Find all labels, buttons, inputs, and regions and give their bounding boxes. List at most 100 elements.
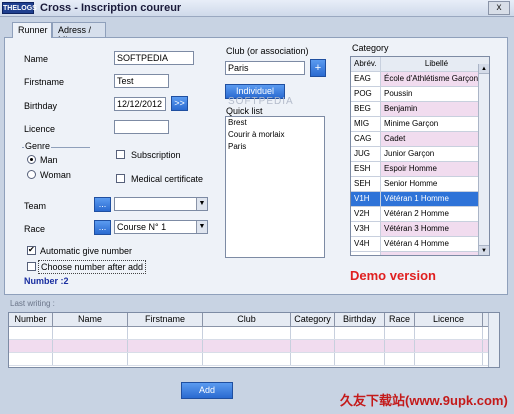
team-select[interactable]: ▼ [114, 197, 208, 211]
table-row[interactable] [9, 327, 499, 340]
quick-list[interactable]: Brest Courir à morlaix Paris [225, 116, 325, 258]
subscription-label: Subscription [131, 150, 181, 160]
category-table[interactable]: Abrév. Libellé EAG École d'Athlétisme Gar… [350, 56, 490, 256]
tab-adress-misc[interactable]: Adress / Misc [52, 22, 106, 45]
category-abbr: BEG [351, 102, 381, 116]
name-input[interactable]: SOFTPEDIA [114, 51, 194, 65]
category-name: Vétéran 4 Homme [384, 239, 449, 248]
list-item[interactable]: Courir à morlaix [226, 129, 324, 141]
scroll-up-icon[interactable]: ▲ [479, 64, 489, 74]
table-cell [128, 353, 203, 365]
last-writing-scrollbar[interactable] [488, 313, 499, 367]
category-name: Poussin [384, 89, 413, 98]
column-header[interactable]: Category [291, 313, 335, 326]
add-button[interactable]: Add [181, 382, 233, 399]
table-row[interactable] [9, 353, 499, 366]
firstname-input[interactable]: Test [114, 74, 169, 88]
table-cell [53, 327, 128, 339]
category-abbr: CAG [351, 132, 381, 146]
choose-number-label: Choose number after add [38, 260, 147, 274]
column-header[interactable]: Race [385, 313, 415, 326]
window-title: Cross - Inscription coureur [40, 2, 182, 14]
birthday-input[interactable]: 12/12/2012 [114, 97, 166, 111]
category-row[interactable]: HANHandi sport [351, 252, 489, 255]
category-name: Junior Garçon [384, 149, 435, 158]
category-name: Senior Homme [384, 179, 438, 188]
category-abbr: HAN [351, 252, 381, 255]
table-cell [415, 340, 483, 352]
team-label: Team [24, 201, 47, 211]
race-browse-button[interactable]: ... [94, 220, 111, 235]
table-cell [291, 340, 335, 352]
category-abbr: V1H [351, 192, 381, 206]
table-cell [9, 353, 53, 365]
category-header: Abrév. Libellé [351, 57, 489, 72]
category-row[interactable]: EAG École d'Athlétisme Garçon [351, 72, 489, 87]
last-writing-header: Number Name Firstname Club Category Birthday R… [9, 313, 499, 327]
race-select[interactable]: Course N° 1 ▼ [114, 220, 208, 234]
category-row[interactable]: CAG Cadet [351, 132, 489, 147]
category-row[interactable]: V1H Vétéran 1 Homme [351, 192, 489, 207]
birthday-picker-button[interactable]: >> [171, 96, 188, 111]
column-header[interactable]: Name [53, 313, 128, 326]
table-cell [9, 327, 53, 339]
choose-number-checkbox[interactable] [27, 262, 36, 271]
birthday-label: Birthday [24, 101, 58, 111]
subscription-checkbox[interactable] [116, 150, 125, 159]
category-name: Vétéran 1 Homme [384, 194, 449, 203]
list-item[interactable]: Paris [226, 141, 324, 153]
list-item[interactable]: Brest [226, 117, 324, 129]
category-row[interactable]: ESH Espoir Homme [351, 162, 489, 177]
category-row[interactable]: V3H Vétéran 3 Homme [351, 222, 489, 237]
table-cell [415, 353, 483, 365]
category-row[interactable]: JUG Junior Garçon [351, 147, 489, 162]
licence-label: Licence [24, 124, 56, 134]
auto-number-checkbox[interactable] [27, 245, 36, 255]
column-header[interactable]: Firstname [128, 313, 203, 326]
category-abbr: V2H [351, 207, 381, 221]
table-cell [335, 340, 385, 352]
app-logo: THELOGS [2, 2, 37, 14]
medical-certificate-checkbox[interactable] [116, 174, 125, 183]
tab-runner[interactable]: Runner [12, 22, 52, 38]
column-header[interactable]: Club [203, 313, 291, 326]
category-row[interactable]: MIG Minime Garçon [351, 117, 489, 132]
scroll-down-icon[interactable]: ▼ [479, 245, 489, 255]
category-abbr: V3H [351, 222, 381, 236]
table-cell [385, 353, 415, 365]
category-abbr: MIG [351, 117, 381, 131]
table-cell [9, 340, 53, 352]
table-cell [415, 327, 483, 339]
team-browse-button[interactable]: ... [94, 197, 111, 212]
man-radio[interactable] [27, 155, 36, 164]
race-value: Course N° 1 [117, 222, 167, 232]
chevron-down-icon: ▼ [196, 221, 207, 233]
libelle-column-header: Libellé [424, 59, 449, 68]
table-cell [53, 353, 128, 365]
firstname-label: Firstname [24, 77, 65, 87]
woman-radio[interactable] [27, 170, 36, 179]
column-header[interactable]: Birthday [335, 313, 385, 326]
licence-input[interactable] [114, 120, 169, 134]
category-row[interactable]: V4H Vétéran 4 Homme [351, 237, 489, 252]
category-scrollbar[interactable]: ▲ ▼ [478, 64, 489, 255]
last-writing-table[interactable]: Number Name Firstname Club Category Birthday R… [8, 312, 500, 368]
table-cell [335, 327, 385, 339]
category-name: Benjamin [381, 102, 489, 116]
category-row[interactable]: BEG Benjamin [351, 102, 489, 117]
column-header[interactable]: Licence [415, 313, 483, 326]
column-header[interactable]: Number [9, 313, 53, 326]
last-writing-label: Last writing : [10, 299, 55, 308]
table-row[interactable] [9, 340, 499, 353]
add-club-button[interactable]: + [310, 59, 326, 77]
category-name: Vétéran 2 Homme [384, 209, 449, 218]
close-button[interactable]: x [488, 1, 510, 15]
category-name: Espoir Homme [381, 162, 489, 176]
category-row[interactable]: POG Poussin [351, 87, 489, 102]
category-row[interactable]: SEH Senior Homme [351, 177, 489, 192]
category-row[interactable]: V2H Vétéran 2 Homme [351, 207, 489, 222]
club-input[interactable]: Paris [225, 61, 305, 75]
category-label: Category [352, 43, 389, 53]
name-label: Name [24, 54, 49, 64]
category-abbr: JUG [351, 147, 381, 161]
